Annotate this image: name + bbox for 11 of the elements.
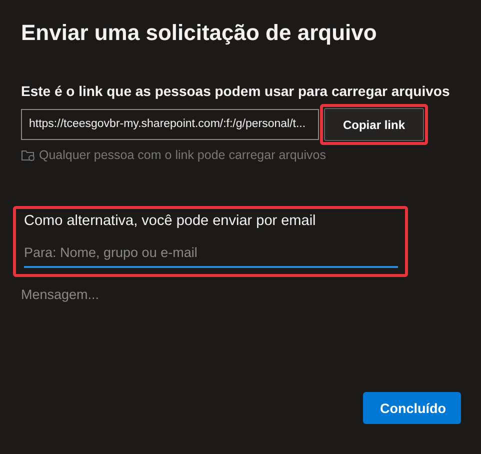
done-button[interactable]: Concluído xyxy=(363,392,461,424)
info-text: Qualquer pessoa com o link pode carregar arquivos xyxy=(39,148,326,162)
recipient-field[interactable]: Para: Nome, grupo ou e-mail xyxy=(24,243,398,268)
dialog-title: Enviar uma solicitação de arquivo xyxy=(21,20,378,46)
section-label: Este é o link que as pessoas podem usar para carregar arquivos xyxy=(21,83,450,99)
link-field[interactable]: https://tceesgovbr-my.sharepoint.com/:f:/g/personal/t... xyxy=(21,109,319,140)
folder-icon xyxy=(21,149,35,161)
section-label: Como alternativa, você pode enviar por email xyxy=(24,213,317,229)
message-field[interactable]: Mensagem... xyxy=(21,287,221,302)
recipient-input[interactable]: Para: Nome, grupo ou e-mail xyxy=(24,245,398,260)
copy-link-button[interactable]: Copiar link xyxy=(324,108,424,141)
